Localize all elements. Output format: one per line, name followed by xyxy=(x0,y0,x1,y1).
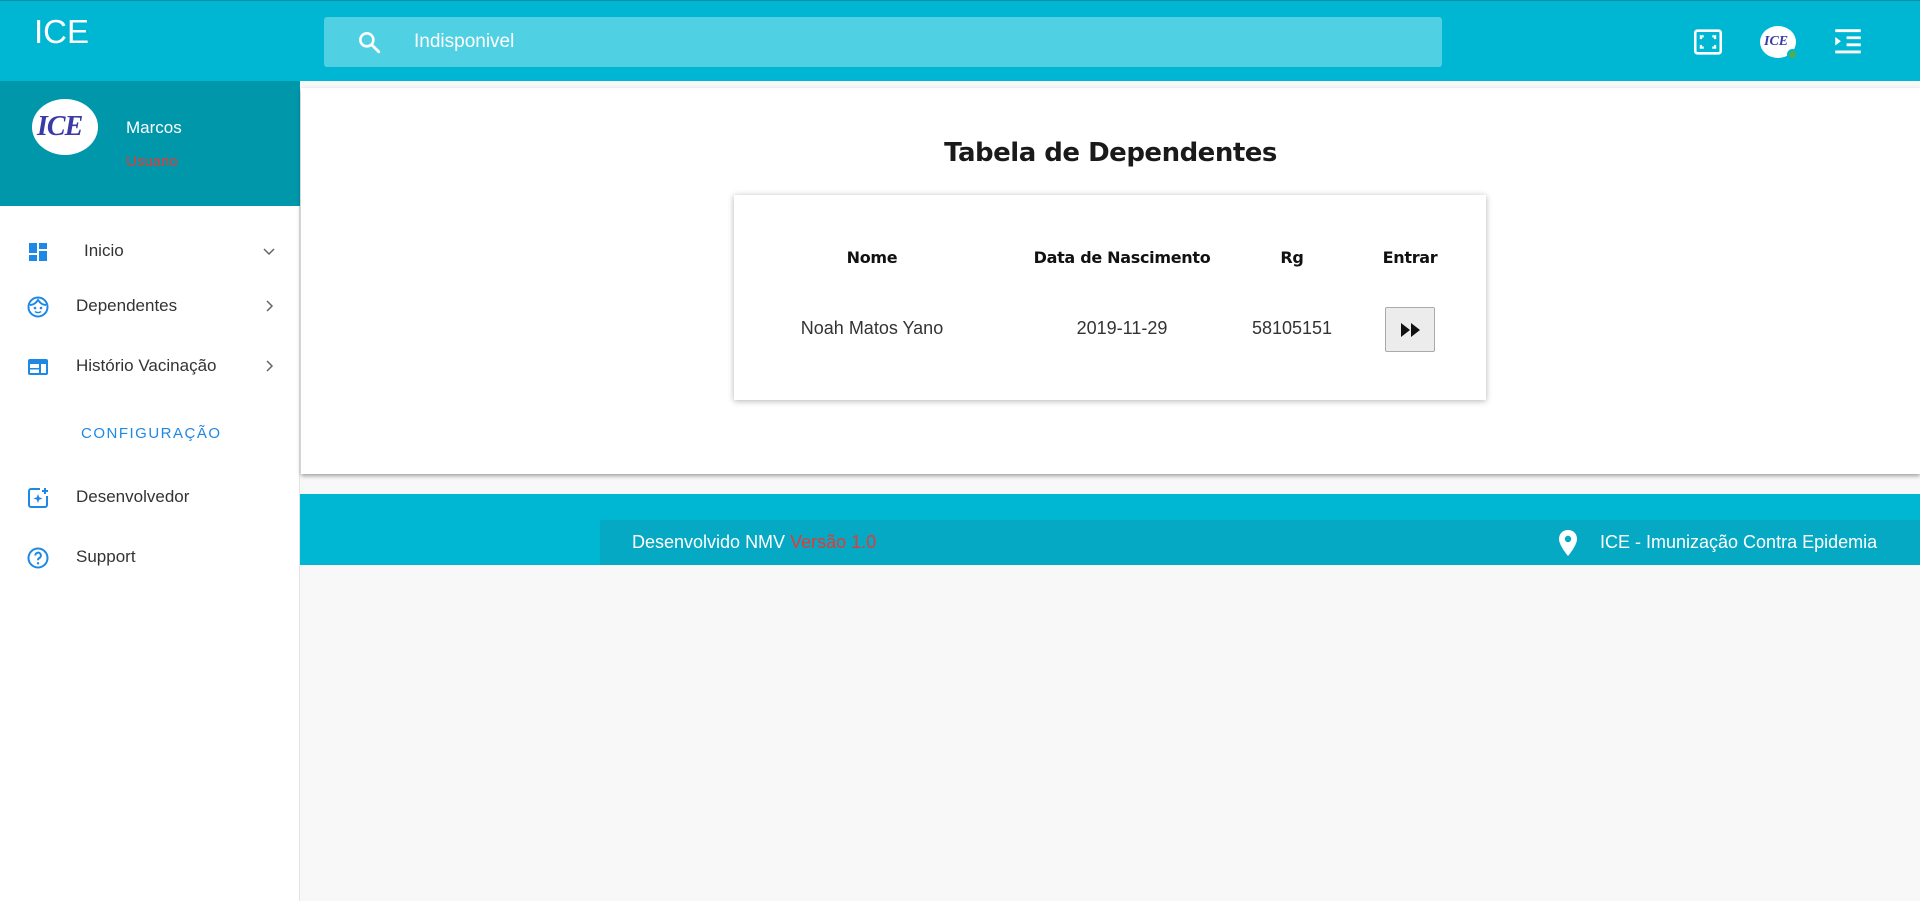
help-circle-icon xyxy=(27,547,49,569)
sidebar-item-support[interactable]: Support xyxy=(0,533,300,581)
column-header-nome: Nome xyxy=(846,248,898,267)
sidebar-item-inicio[interactable]: Inicio xyxy=(0,227,300,275)
page-title: Tabela de Dependentes xyxy=(944,138,1277,168)
avatar: ICE xyxy=(32,99,98,155)
search-icon xyxy=(359,32,381,54)
location-pin-icon xyxy=(1559,530,1577,556)
sidebar-item-label: Inicio xyxy=(84,241,124,260)
brand-title: ICE xyxy=(34,13,90,50)
online-status-dot xyxy=(1787,49,1798,60)
cell-nome: Noah Matos Yano xyxy=(800,318,944,338)
user-profile: ICE Marcos Usuario xyxy=(0,81,300,206)
main-content: Tabela de Dependentes Nome Data de Nasci… xyxy=(301,88,1920,474)
avatar[interactable]: ICE xyxy=(1760,26,1798,60)
sidebar-item-dependentes[interactable]: Dependentes xyxy=(0,282,300,330)
top-header: ICE Indisponivel ICE xyxy=(0,0,1920,81)
chevron-right-icon xyxy=(266,300,274,312)
sidebar-item-historico-vacinacao[interactable]: Histório Vacinação xyxy=(0,342,300,390)
chevron-right-icon xyxy=(266,360,274,372)
column-header-nascimento: Data de Nascimento xyxy=(1033,248,1211,267)
search-input[interactable]: Indisponivel xyxy=(414,31,514,53)
avatar-text: ICE xyxy=(37,111,83,142)
dashboard-icon xyxy=(29,243,47,261)
enter-button[interactable] xyxy=(1385,307,1435,352)
footer: Desenvolvido NMV Versão 1.0 ICE - Imuniz… xyxy=(300,494,1920,565)
user-name: Marcos xyxy=(126,118,182,137)
developer-credit: Desenvolvido NMV Versão 1.0 xyxy=(632,532,876,553)
column-header-entrar: Entrar xyxy=(1382,248,1438,267)
cell-nascimento: 2019-11-29 xyxy=(1076,318,1168,338)
chevron-down-icon xyxy=(263,248,275,256)
avatar-text: ICE xyxy=(1764,34,1789,49)
dependents-table: Nome Data de Nascimento Rg Entrar Noah M… xyxy=(734,195,1486,400)
child-face-icon xyxy=(27,296,49,318)
sidebar-item-label: Dependentes xyxy=(76,296,178,315)
menu-indent-icon[interactable] xyxy=(1831,25,1865,59)
app-full-name: ICE - Imunização Contra Epidemia xyxy=(1600,532,1878,552)
sidebar-item-label: Desenvolvedor xyxy=(76,487,190,506)
sidebar: ICE Marcos Usuario Inicio Dependentes Hi… xyxy=(0,81,300,901)
developer-text: Desenvolvido NMV xyxy=(632,532,786,552)
fullscreen-icon[interactable] xyxy=(1691,25,1725,59)
fast-forward-icon xyxy=(1401,323,1420,337)
search-bar[interactable]: Indisponivel xyxy=(324,17,1442,67)
footer-bar: Desenvolvido NMV Versão 1.0 ICE - Imuniz… xyxy=(600,520,1920,565)
cell-rg: 58105151 xyxy=(1251,318,1333,338)
section-title-configuracao: CONFIGURAÇÃO xyxy=(81,425,222,442)
add-spark-icon xyxy=(28,488,48,508)
column-header-rg: Rg xyxy=(1280,248,1304,267)
version-text: Versão 1.0 xyxy=(790,532,877,552)
sidebar-item-desenvolvedor[interactable]: Desenvolvedor xyxy=(0,473,300,521)
sidebar-item-label: Support xyxy=(76,547,136,566)
web-icon xyxy=(28,359,48,375)
sidebar-item-label: Histório Vacinação xyxy=(76,356,217,375)
user-role: Usuario xyxy=(126,153,178,170)
